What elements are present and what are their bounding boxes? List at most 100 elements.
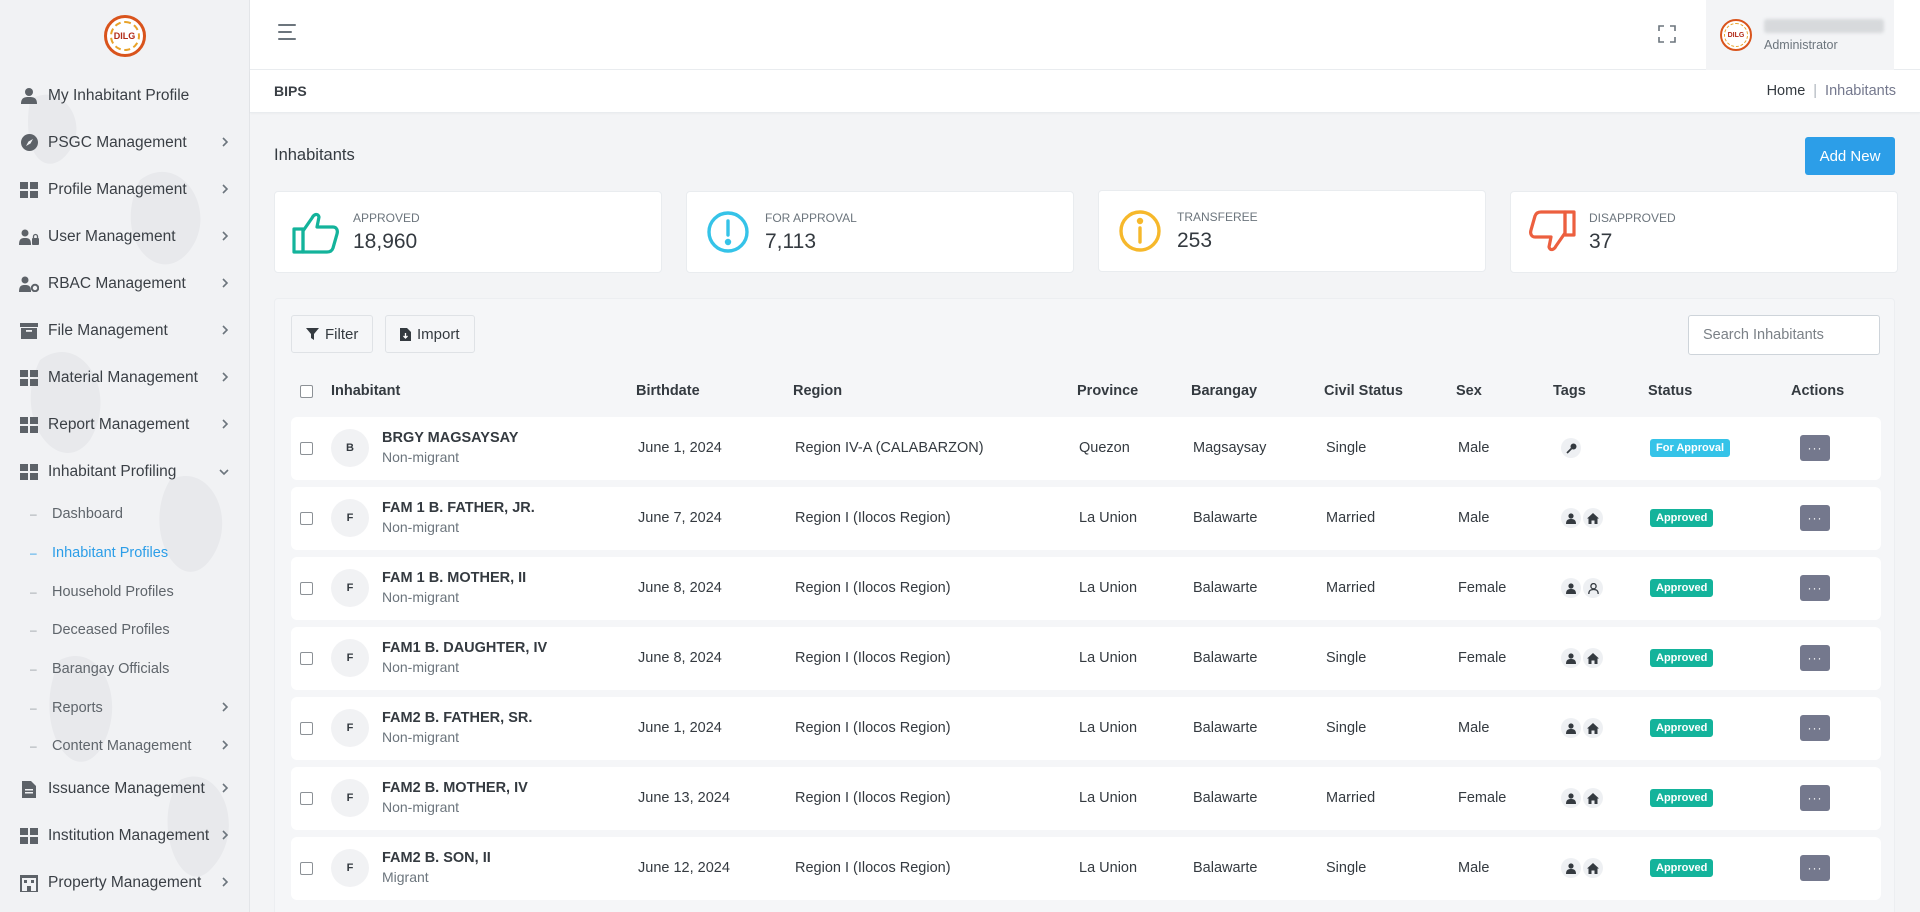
actions-button[interactable]: ··· [1800, 645, 1830, 671]
sidebar-item-my-inhabitant-profile[interactable]: My Inhabitant Profile [0, 72, 249, 119]
row-checkbox[interactable] [300, 512, 313, 525]
sidebar-subitem-deceased-profiles[interactable]: – Deceased Profiles [0, 611, 249, 650]
menu-toggle-icon[interactable] [278, 24, 300, 44]
province-cell: La Union [1079, 860, 1138, 876]
sidebar-item-rbac-management[interactable]: RBAC Management [0, 260, 249, 307]
sidebar-subitem-household-profiles[interactable]: – Household Profiles [0, 572, 249, 611]
column-header-status[interactable]: Status [1648, 383, 1692, 399]
actions-button[interactable]: ··· [1800, 855, 1830, 881]
chevron-right-icon [217, 230, 229, 244]
sidebar-item-psgc-management[interactable]: PSGC Management [0, 119, 249, 166]
province-cell: La Union [1079, 720, 1138, 736]
column-header-region[interactable]: Region [793, 383, 842, 399]
column-header-sex[interactable]: Sex [1456, 383, 1482, 399]
actions-button[interactable]: ··· [1800, 505, 1830, 531]
inhabitant-name[interactable]: BRGY MAGSAYSAY [382, 430, 518, 446]
file-icon [19, 779, 39, 799]
sidebar-item-inhabitant-profiling[interactable]: Inhabitant Profiling [0, 448, 249, 495]
sidebar-item-file-management[interactable]: File Management [0, 307, 249, 354]
sidebar-item-report-management[interactable]: Report Management [0, 401, 249, 448]
column-header-barangay[interactable]: Barangay [1191, 383, 1257, 399]
barangay-cell: Magsaysay [1193, 440, 1267, 456]
row-checkbox[interactable] [300, 582, 313, 595]
column-header-province[interactable]: Province [1077, 383, 1138, 399]
grid-icon [19, 180, 39, 200]
chevron-right-icon [222, 700, 229, 716]
birthdate-cell: June 8, 2024 [638, 580, 722, 596]
sidebar-subitem-label: Deceased Profiles [52, 622, 170, 639]
sidebar-item-material-management[interactable]: Material Management [0, 354, 249, 401]
breadcrumb-home-link[interactable]: Home [1767, 83, 1806, 99]
home-icon [1583, 858, 1603, 878]
inhabitant-name[interactable]: FAM2 B. SON, II [382, 850, 491, 866]
user-role: Administrator [1764, 37, 1838, 52]
civil-status-cell: Single [1326, 650, 1367, 666]
status-badge: Approved [1650, 719, 1714, 737]
grid-icon [19, 415, 39, 435]
user-name-redacted [1764, 18, 1884, 33]
column-header-tags: Tags [1553, 383, 1586, 399]
row-checkbox[interactable] [300, 722, 313, 735]
sidebar-subitem-dashboard[interactable]: – Dashboard [0, 495, 249, 534]
building-icon [19, 873, 39, 893]
sidebar-subitem-content-management[interactable]: – Content Management [0, 727, 249, 766]
sidebar-item-label: Property Management [48, 874, 202, 892]
inhabitant-name[interactable]: FAM1 B. DAUGHTER, IV [382, 640, 547, 656]
sidebar-item-property-management[interactable]: Property Management [0, 860, 249, 907]
import-label: Import [417, 325, 460, 343]
sidebar-subitem-inhabitant-profiles[interactable]: – Inhabitant Profiles [0, 534, 249, 573]
sidebar-subitem-barangay-officials[interactable]: – Barangay Officials [0, 650, 249, 689]
table-row: F FAM2 B. FATHER, SR. Non-migrant June 1, 2… [291, 697, 1881, 760]
fullscreen-icon[interactable] [1658, 25, 1676, 43]
row-checkbox[interactable] [300, 652, 313, 665]
sidebar-subitem-reports[interactable]: – Reports [0, 688, 249, 727]
row-checkbox[interactable] [300, 862, 313, 875]
sidebar-item-profile-management[interactable]: Profile Management [0, 166, 249, 213]
sex-cell: Female [1458, 650, 1507, 666]
sidebar-item-user-management[interactable]: User Management [0, 213, 249, 260]
select-all-checkbox[interactable] [300, 385, 313, 398]
actions-button[interactable]: ··· [1800, 575, 1830, 601]
table-row: F FAM2 B. SON, II Migrant June 12, 2024 Regi… [291, 837, 1881, 900]
actions-button[interactable]: ··· [1800, 435, 1830, 461]
avatar-text: DILG [1727, 31, 1745, 39]
actions-button[interactable]: ··· [1800, 715, 1830, 741]
sidebar-item-label: Report Management [48, 415, 190, 433]
column-header-inhabitant[interactable]: Inhabitant [331, 383, 400, 399]
app-title: BIPS [274, 83, 307, 99]
table-row: F FAM 1 B. FATHER, JR. Non-migrant June 7, … [291, 487, 1881, 550]
inhabitant-name[interactable]: FAM 1 B. MOTHER, II [382, 570, 526, 586]
home-icon [1583, 788, 1603, 808]
user-menu[interactable]: DILG Administrator [1706, 0, 1894, 70]
person-icon [1561, 508, 1581, 528]
column-header-civil-status[interactable]: Civil Status [1324, 383, 1403, 399]
dilg-logo[interactable]: DILG [103, 15, 146, 57]
chevron-right-icon [222, 738, 229, 754]
barangay-cell: Balawarte [1193, 650, 1258, 666]
avatar: DILG [1720, 19, 1752, 51]
add-new-button[interactable]: Add New [1805, 137, 1895, 175]
chevron-down-icon [217, 465, 229, 479]
person-icon [1561, 648, 1581, 668]
status-badge: Approved [1650, 579, 1714, 597]
inhabitant-name[interactable]: FAM 1 B. FATHER, JR. [382, 500, 535, 516]
tags-cell [1561, 508, 1603, 528]
sex-cell: Male [1458, 720, 1490, 736]
actions-button[interactable]: ··· [1800, 785, 1830, 811]
inhabitant-name[interactable]: FAM2 B. MOTHER, IV [382, 780, 528, 796]
sidebar-item-label: Issuance Management [48, 780, 205, 798]
import-button[interactable]: Import [385, 315, 475, 353]
search-input[interactable] [1688, 315, 1880, 355]
sidebar-item-institution-management[interactable]: Institution Management [0, 813, 249, 860]
birthdate-cell: June 1, 2024 [638, 720, 722, 736]
row-checkbox[interactable] [300, 442, 313, 455]
column-header-birthdate[interactable]: Birthdate [636, 383, 700, 399]
person-icon [1561, 858, 1581, 878]
region-cell: Region I (Ilocos Region) [795, 720, 951, 736]
sidebar-item-issuance-management[interactable]: Issuance Management [0, 766, 249, 813]
filter-button[interactable]: Filter [291, 315, 374, 353]
row-checkbox[interactable] [300, 792, 313, 805]
inhabitant-name[interactable]: FAM2 B. FATHER, SR. [382, 710, 532, 726]
stat-label: APPROVED [353, 210, 420, 225]
barangay-cell: Balawarte [1193, 510, 1258, 526]
